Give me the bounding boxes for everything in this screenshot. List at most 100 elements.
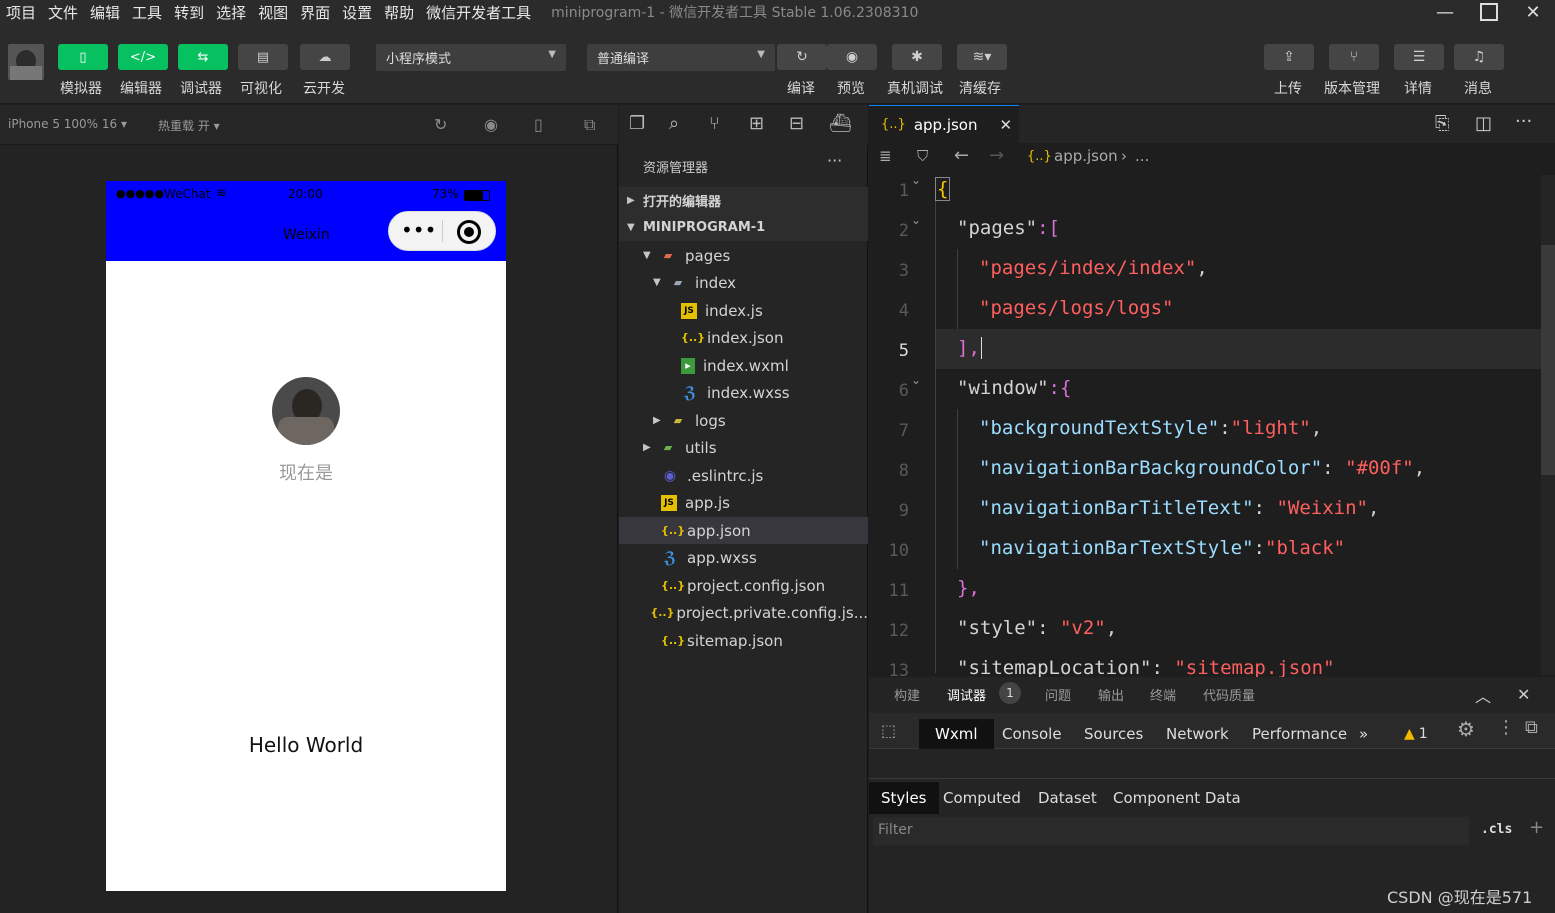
cls-toggle-button[interactable]: .cls	[1481, 822, 1512, 837]
add-style-rule-button[interactable]: +	[1529, 817, 1544, 838]
close-miniprogram-icon[interactable]	[457, 220, 481, 244]
styles-tab-styles[interactable]: Styles	[869, 782, 939, 814]
phone-frame-icon[interactable]: ▯	[534, 115, 543, 134]
more-actions-icon[interactable]: ···	[1515, 111, 1532, 132]
devtools-tab-sources[interactable]: Sources	[1084, 719, 1143, 749]
code-line-9[interactable]: "navigationBarTitleText": "Weixin",	[979, 497, 1379, 519]
fold-arrow-icon[interactable]: ⌄	[911, 213, 921, 227]
tree-folder-utils[interactable]: ▶ ▰ utils	[619, 434, 868, 461]
forward-arrow-icon[interactable]: →	[989, 145, 1004, 166]
messages-button[interactable]: ♫	[1454, 44, 1504, 70]
breadcrumb-more[interactable]: ...	[1135, 147, 1149, 165]
tree-file-project-config[interactable]: {..} project.config.json	[619, 572, 868, 599]
tree-folder-pages[interactable]: ▼ ▰ pages	[619, 242, 868, 269]
undock-icon[interactable]: ⧉	[1525, 717, 1538, 738]
tab-app-json[interactable]: {..} app.json ✕	[869, 105, 1019, 143]
split-editor-icon[interactable]: ◫	[1475, 113, 1492, 134]
menu-tools[interactable]: 工具	[126, 2, 168, 23]
more-dots-icon[interactable]: •••	[401, 220, 436, 240]
styles-tab-component-data[interactable]: Component Data	[1113, 782, 1241, 814]
inspect-element-icon[interactable]: ⬚	[881, 721, 896, 740]
clear-cache-button[interactable]: ≋▾	[957, 44, 1007, 70]
phone-screen[interactable]: ●●●●● WeChat ≋ 20:00 73% Weixin ••• 现在是 …	[106, 181, 506, 891]
tree-file-index-wxml[interactable]: ▸ index.wxml	[619, 352, 868, 379]
menu-settings[interactable]: 设置	[336, 2, 378, 23]
warning-indicator[interactable]: ▲ 1	[1404, 719, 1428, 749]
panel-tab-output[interactable]: 输出	[1098, 685, 1124, 704]
styles-tab-computed[interactable]: Computed	[943, 782, 1021, 814]
compile-button[interactable]: ↻	[777, 44, 827, 70]
code-line-1[interactable]: {	[935, 177, 951, 201]
code-line-2[interactable]: "pages":[	[957, 217, 1060, 239]
tree-file-index-wxss[interactable]: ℨindex.wxss	[619, 379, 868, 406]
menu-edit[interactable]: 编辑	[84, 2, 126, 23]
tree-file-app-json[interactable]: {..} app.json	[619, 517, 868, 544]
hotreload-select[interactable]: 热重载 开 ▾	[158, 117, 220, 134]
code-line-8[interactable]: "navigationBarBackgroundColor": "#00f",	[979, 457, 1425, 479]
debugger-button[interactable]: ⇆	[178, 44, 228, 70]
upload-button[interactable]: ⇪	[1264, 44, 1314, 70]
code-line-12[interactable]: "style": "v2",	[957, 617, 1117, 639]
menu-select[interactable]: 选择	[210, 2, 252, 23]
visual-button[interactable]: ▤	[238, 44, 288, 70]
menu-help[interactable]: 帮助	[378, 2, 420, 23]
menu-interface[interactable]: 界面	[294, 2, 336, 23]
tree-file-index-js[interactable]: JS index.js	[619, 297, 868, 324]
detach-window-icon[interactable]: ⧉	[584, 115, 595, 135]
code-line-11[interactable]: },	[957, 577, 980, 599]
code-line-6[interactable]: "window":{	[957, 377, 1071, 399]
menu-view[interactable]: 视图	[252, 2, 294, 23]
scrollbar-thumb[interactable]	[1541, 245, 1555, 475]
code-line-3[interactable]: "pages/index/index",	[979, 257, 1208, 279]
menu-file[interactable]: 文件	[42, 2, 84, 23]
user-avatar[interactable]	[8, 44, 44, 80]
device-select[interactable]: iPhone 5 100% 16 ▾	[8, 117, 127, 131]
styles-filter-input[interactable]: Filter	[873, 817, 1469, 845]
devtools-tab-wxml[interactable]: Wxml	[919, 719, 994, 749]
breadcrumb-file[interactable]: app.json	[1054, 147, 1118, 165]
code-line-7[interactable]: "backgroundTextStyle":"light",	[979, 417, 1322, 439]
devtools-tab-console[interactable]: Console	[1002, 719, 1062, 749]
kebab-menu-icon[interactable]: ⋮	[1497, 717, 1515, 738]
code-line-5[interactable]: ],	[957, 337, 982, 359]
editor-button[interactable]: </>	[118, 44, 168, 70]
extensions-icon[interactable]: ⊞	[749, 113, 764, 134]
more-tabs-button[interactable]: »	[1359, 719, 1368, 749]
close-tab-icon[interactable]: ✕	[999, 116, 1012, 134]
gear-icon[interactable]: ⚙	[1457, 717, 1475, 741]
panel-tab-build[interactable]: 构建	[894, 685, 920, 704]
mode-select[interactable]: 小程序模式 ▼	[376, 44, 566, 71]
panel-tab-terminal[interactable]: 终端	[1150, 685, 1176, 704]
chevron-up-icon[interactable]: ︿	[1475, 683, 1491, 707]
code-line-13[interactable]: "sitemapLocation": "sitemap.json"	[957, 657, 1335, 677]
maximize-icon[interactable]	[1467, 0, 1511, 24]
editor-scrollbar[interactable]	[1541, 175, 1555, 675]
code-line-4[interactable]: "pages/logs/logs"	[979, 297, 1173, 319]
open-editors-section[interactable]: ▶ 打开的编辑器	[619, 187, 868, 214]
close-window-icon[interactable]: ✕	[1511, 0, 1555, 24]
record-icon[interactable]: ◉	[484, 115, 498, 134]
devtools-tab-network[interactable]: Network	[1166, 719, 1229, 749]
code-line-10[interactable]: "navigationBarTextStyle":"black"	[979, 537, 1345, 559]
panel-tab-code-quality[interactable]: 代码质量	[1203, 685, 1255, 704]
source-control-icon[interactable]: ⑂	[709, 113, 720, 134]
devtools-tab-performance[interactable]: Performance	[1252, 719, 1347, 749]
close-panel-icon[interactable]: ✕	[1517, 685, 1530, 704]
tree-file-sitemap[interactable]: {..} sitemap.json	[619, 627, 868, 654]
simulator-button[interactable]: ▯	[58, 44, 108, 70]
fold-arrow-icon[interactable]: ⌄	[911, 373, 921, 387]
user-avatar-image[interactable]	[272, 377, 340, 445]
preview-button[interactable]: ◉	[827, 44, 877, 70]
rotate-icon[interactable]: ↻	[434, 115, 447, 134]
details-button[interactable]: ☰	[1394, 44, 1444, 70]
bookmark-icon[interactable]: ⛉	[917, 147, 928, 165]
tree-file-project-private[interactable]: {..} project.private.config.js...	[619, 599, 868, 626]
tree-file-eslintrc[interactable]: ◉ .eslintrc.js	[619, 462, 868, 489]
panel-tab-debugger[interactable]: 调试器	[947, 685, 986, 704]
outline-icon[interactable]: ≣	[879, 147, 892, 165]
compile-select[interactable]: 普通编译 ▼	[587, 44, 775, 71]
docker-icon[interactable]: ⛴	[829, 113, 852, 134]
tree-folder-index[interactable]: ▼ ▰ index	[619, 269, 868, 296]
files-icon[interactable]: ❐	[629, 113, 645, 134]
version-button[interactable]: ⑂	[1329, 44, 1379, 70]
